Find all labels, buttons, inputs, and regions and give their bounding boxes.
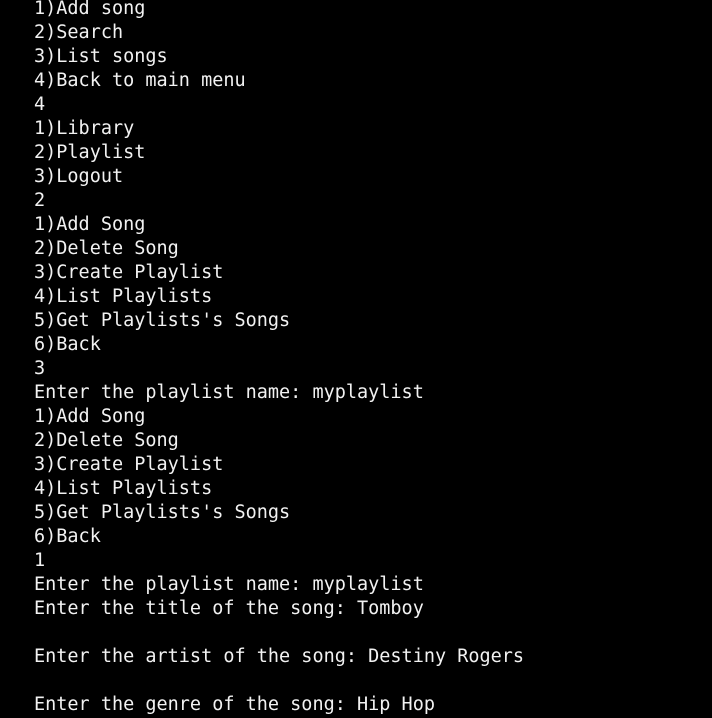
output-line: 1)Add song <box>34 0 146 19</box>
console-output: 1)Add song 2)Search 3)List songs 4)Back … <box>34 0 712 717</box>
user-input-line: 1 <box>34 550 46 571</box>
prompt-line: Enter the genre of the song: Hip Hop <box>34 694 435 715</box>
output-line: 6)Back <box>34 334 101 355</box>
output-line: 3)List songs <box>34 46 168 67</box>
output-line: 6)Back <box>34 526 101 547</box>
prompt-line: Enter the title of the song: Tomboy <box>34 598 424 619</box>
output-line: 4)List Playlists <box>34 286 213 307</box>
user-input-line: 4 <box>34 94 46 115</box>
output-line: 4)Back to main menu <box>34 70 246 91</box>
prompt-line: Enter the artist of the song: Destiny Ro… <box>34 646 525 667</box>
user-input-line: 2 <box>34 190 46 211</box>
output-line: 5)Get Playlists's Songs <box>34 310 291 331</box>
output-line: 3)Create Playlist <box>34 262 224 283</box>
console-window[interactable]: 1)Add song 2)Search 3)List songs 4)Back … <box>0 0 712 718</box>
output-line: 2)Delete Song <box>34 430 179 451</box>
prompt-line: Enter the playlist name: myplaylist <box>34 382 424 403</box>
output-line: 4)List Playlists <box>34 478 213 499</box>
output-line: 2)Playlist <box>34 142 146 163</box>
prompt-line: Enter the playlist name: myplaylist <box>34 574 424 595</box>
output-line: 1)Library <box>34 118 135 139</box>
output-line: 2)Delete Song <box>34 238 179 259</box>
output-line: 3)Create Playlist <box>34 454 224 475</box>
output-line: 3)Logout <box>34 166 124 187</box>
output-line: 1)Add Song <box>34 214 146 235</box>
output-line: 5)Get Playlists's Songs <box>34 502 291 523</box>
output-line: 2)Search <box>34 22 124 43</box>
output-line: 1)Add Song <box>34 406 146 427</box>
user-input-line: 3 <box>34 358 46 379</box>
